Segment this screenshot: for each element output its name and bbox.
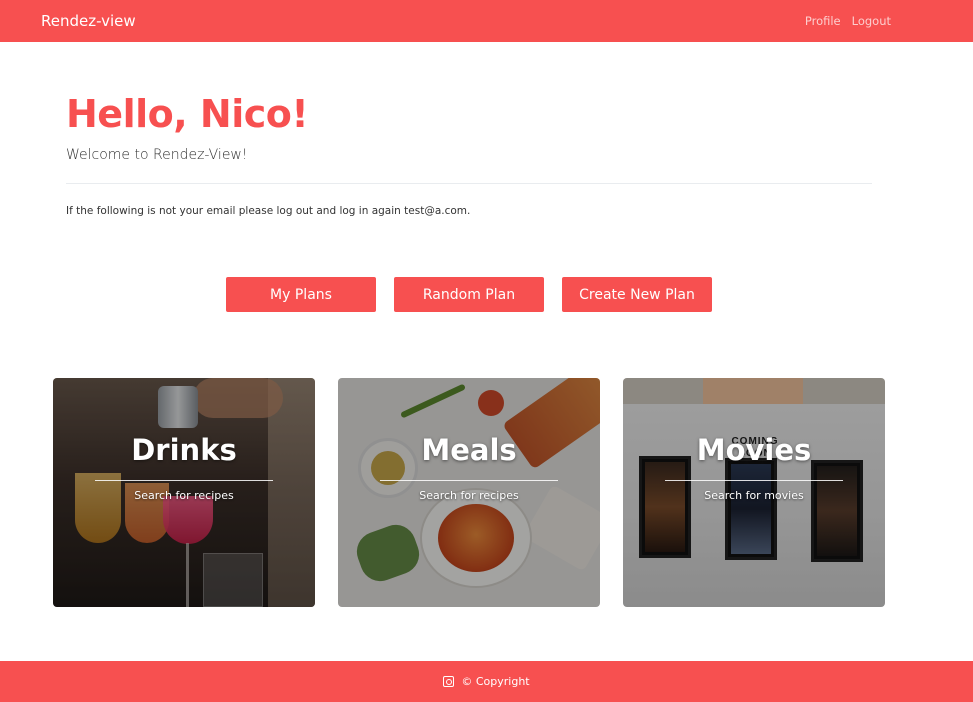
drinks-card-divider: [95, 480, 273, 481]
brand-link[interactable]: Rendez-view: [41, 11, 136, 31]
category-cards: Drinks Search for recipes Meals Search f…: [53, 378, 885, 607]
page-footer: © Copyright: [0, 661, 973, 702]
create-new-plan-button[interactable]: Create New Plan: [562, 277, 712, 312]
meals-card-subtitle: Search for recipes: [419, 489, 519, 502]
nav-link-profile[interactable]: Profile: [805, 13, 841, 29]
nav-links: Profile Logout: [805, 13, 891, 29]
drinks-card[interactable]: Drinks Search for recipes: [53, 378, 315, 607]
footer-copyright-text: © Copyright: [461, 675, 530, 688]
plan-actions: My Plans Random Plan Create New Plan: [226, 277, 712, 312]
welcome-jumbotron: Hello, Nico! Welcome to Rendez-View! If …: [66, 88, 872, 218]
movies-card[interactable]: COMING SOON Movies Search for movies: [623, 378, 885, 607]
divider: [66, 183, 872, 184]
drinks-card-subtitle: Search for recipes: [134, 489, 234, 502]
meals-card-divider: [380, 480, 558, 481]
email-notice: If the following is not your email pleas…: [66, 205, 471, 217]
random-plan-button[interactable]: Random Plan: [394, 277, 544, 312]
movies-card-title: Movies: [696, 433, 812, 467]
copyright-logo-icon: [443, 676, 455, 687]
welcome-lead: Welcome to Rendez-View!: [66, 147, 248, 163]
nav-link-logout[interactable]: Logout: [852, 13, 891, 29]
movies-card-subtitle: Search for movies: [704, 489, 804, 502]
greeting-heading: Hello, Nico!: [66, 92, 309, 136]
movies-card-divider: [665, 480, 843, 481]
top-navbar: Rendez-view Profile Logout: [0, 0, 973, 42]
meals-card[interactable]: Meals Search for recipes: [338, 378, 600, 607]
drinks-card-title: Drinks: [131, 433, 237, 467]
my-plans-button[interactable]: My Plans: [226, 277, 376, 312]
meals-card-title: Meals: [421, 433, 517, 467]
